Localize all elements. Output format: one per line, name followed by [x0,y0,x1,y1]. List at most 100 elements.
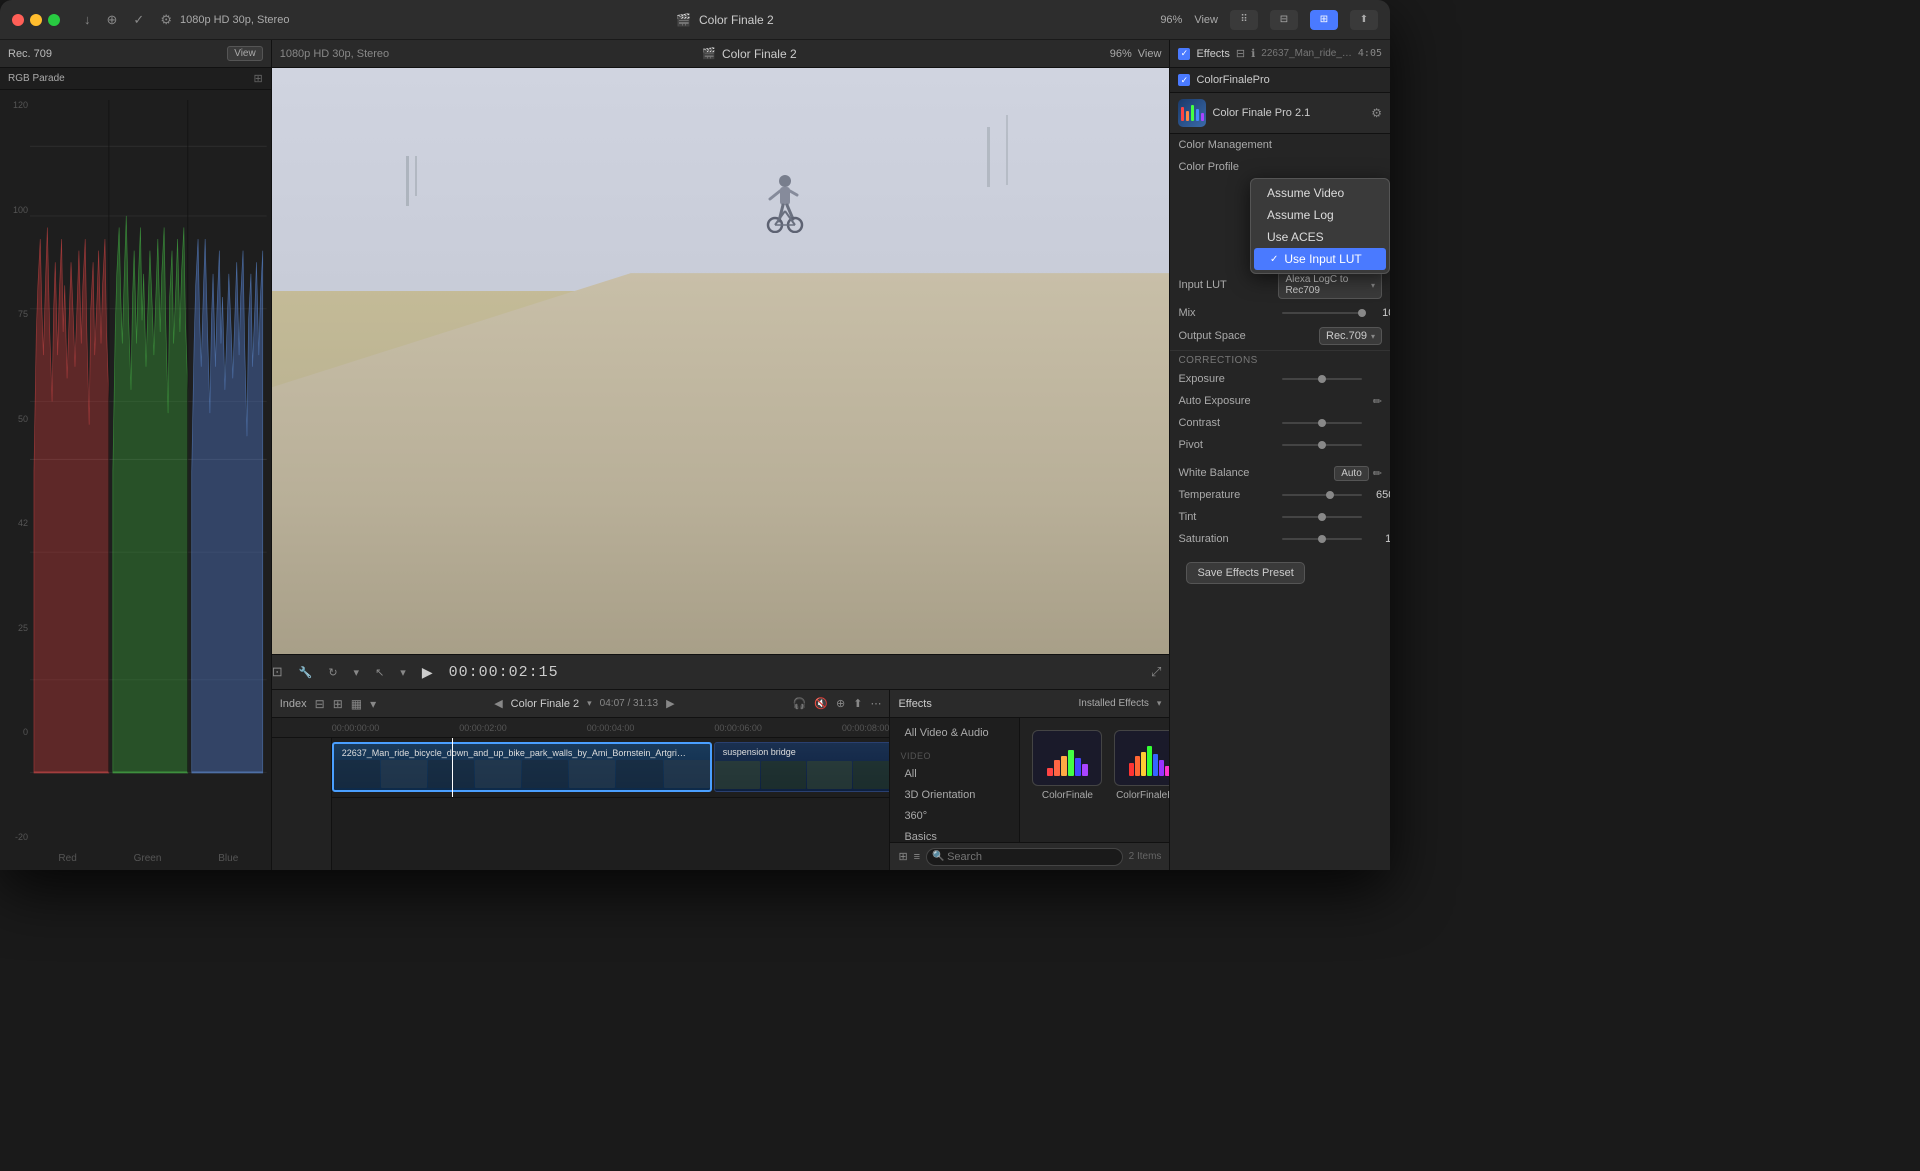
play-button[interactable]: ▶ [422,664,433,681]
video-project-title: Color Finale 2 [722,47,797,61]
effects-layout: All Video & Audio VIDEO All 3D Orientati… [890,718,1169,842]
saturation-row: Saturation 1,0 [1170,528,1390,550]
tools-icon[interactable]: 🔧 [299,666,313,679]
crop-icon[interactable]: ⊡ [272,664,283,680]
clip-bridge[interactable]: suspension bridge [714,742,890,792]
timeline-dropdown-icon[interactable]: ▾ [587,698,592,709]
close-button[interactable] [12,14,24,26]
tint-slider[interactable] [1282,516,1362,518]
pivot-slider[interactable] [1282,444,1362,446]
ruler-mark-6: 00:00:06:00 [714,723,762,733]
check-icon[interactable]: ✓ [133,12,144,28]
cat-360[interactable]: 360° [894,806,1015,826]
dropdown-use-aces[interactable]: Use ACES [1251,226,1389,248]
scope-expand-icon[interactable]: ⊞ [253,72,262,85]
colorfinale-label: ColorFinale [1042,790,1093,801]
inspector-checkbox[interactable]: ✓ [1178,48,1190,60]
saturation-slider[interactable] [1282,538,1362,540]
save-effects-preset-btn[interactable]: Save Effects Preset [1186,562,1304,584]
key-icon[interactable]: ⊕ [107,12,118,28]
layout-btn-3[interactable]: ⊞ [1310,10,1338,30]
cursor-icon[interactable]: ↖ [375,666,384,679]
center-area: 1080p HD 30p, Stereo 🎬 Color Finale 2 96… [272,40,1170,870]
clip-bmx[interactable]: 22637_Man_ride_bicycle_down_and_up_bike_… [332,742,712,792]
minimize-button[interactable] [30,14,42,26]
snap-btn[interactable]: ⊕ [836,697,845,710]
inspector-header: ✓ Effects ⊟ ℹ 22637_Man_ride_b...d-UNGRA… [1170,40,1390,68]
back-icon[interactable]: ↓ [84,12,91,28]
saturation-value: 1,0 [1370,533,1390,545]
cfp-checkbox[interactable]: ✓ [1178,74,1190,86]
layout-btn-1[interactable]: ⠿ [1230,10,1258,30]
cat-all-video-audio[interactable]: All Video & Audio [894,723,1015,743]
zoom-percentage[interactable]: 96% [1110,48,1132,60]
ruler-mark-8: 00:00:08:00 [842,723,890,733]
share-btn-2[interactable]: ⬆ [853,697,862,710]
view-more-btn[interactable]: ▾ [370,697,376,711]
temperature-slider[interactable] [1282,494,1362,496]
exposure-slider[interactable] [1282,378,1362,380]
next-nav[interactable]: ▶ [666,697,674,710]
settings-icon[interactable]: ⚙ [160,12,172,28]
inspector-info-icon[interactable]: ℹ [1251,47,1255,60]
effects-search-container[interactable]: 🔍 [926,848,1123,866]
search-icon: 🔍 [932,851,944,862]
effect-colorfinale-pro[interactable]: ColorFinalePro [1114,730,1169,801]
cfp-settings-icon[interactable]: ⚙ [1371,106,1382,120]
input-lut-control[interactable]: Alexa LogC to Rec709 ▾ [1278,271,1382,299]
list-view-icon[interactable]: ≡ [914,851,920,863]
contrast-slider[interactable] [1282,422,1362,424]
input-lut-select[interactable]: Alexa LogC to Rec709 ▾ [1278,271,1382,299]
cfp-label: ColorFinalePro [1196,74,1269,86]
mix-slider[interactable] [1282,312,1362,314]
effect-colorfinale[interactable]: ColorFinale [1032,730,1102,801]
pivot-label: Pivot [1178,439,1278,451]
wb-pencil[interactable]: ✏ [1373,467,1382,480]
dropdown-assume-log[interactable]: Assume Log [1251,204,1389,226]
auto-wb-btn[interactable]: Auto [1334,466,1369,481]
inspector-filter-icon[interactable]: ⊟ [1236,47,1245,60]
auto-exposure-row: Auto Exposure ✏ [1170,390,1390,412]
rotate-icon[interactable]: ↻ [328,666,337,679]
layout-btn-2[interactable]: ⊟ [1270,10,1298,30]
y-label-100: 100 [4,205,28,215]
share-btn[interactable]: ⬆ [1350,10,1378,30]
more-icon[interactable]: ▾ [354,666,360,679]
colorfinale-pro-thumb [1114,730,1169,786]
prev-nav[interactable]: ◀ [494,697,502,710]
grid-view-btn[interactable]: ⊞ [333,697,343,711]
output-space-select[interactable]: Rec.709 ▾ [1319,327,1382,345]
audio-btn[interactable]: 🎧 [793,697,807,710]
dropdown-use-input-lut[interactable]: ✓ Use Input LUT [1254,248,1386,270]
output-space-row: Output Space Rec.709 ▾ [1170,324,1390,348]
auto-exposure-pencil[interactable]: ✏ [1373,395,1382,408]
more-options-btn[interactable]: ⋯ [870,697,881,710]
view-btn[interactable]: View [1138,48,1162,60]
waveform-view-btn[interactable]: View [227,46,263,61]
contrast-value: 0 [1370,417,1390,429]
cursor-more-icon[interactable]: ▾ [400,666,406,679]
zoom-level[interactable]: 96% [1160,14,1182,26]
cat-3d-orientation[interactable]: 3D Orientation [894,785,1015,805]
installed-dropdown-icon[interactable]: ▾ [1157,698,1162,709]
maximize-button[interactable] [48,14,60,26]
mix-label: Mix [1178,307,1278,319]
colorfinale-thumb [1032,730,1102,786]
selected-check: ✓ [1270,254,1278,265]
left-panel: Rec. 709 View RGB Parade ⊞ 120 100 75 50… [0,40,272,870]
grid-view-icon[interactable]: ⊞ [898,850,907,863]
fullscreen-btn[interactable]: ⤢ [1151,664,1161,680]
cat-all[interactable]: All [894,764,1015,784]
list-view-btn[interactable]: ⊟ [315,697,325,711]
dropdown-assume-video[interactable]: Assume Video [1251,182,1389,204]
effects-search-input[interactable] [947,851,1114,863]
exposure-row: Exposure 0 [1170,368,1390,390]
mute-btn[interactable]: 🔇 [814,697,828,710]
view-button[interactable]: View [1194,14,1218,26]
cat-basics[interactable]: Basics [894,827,1015,842]
cfp-plugin-header: Color Finale Pro 2.1 ⚙ [1170,93,1390,134]
ruler-mark-0: 00:00:00:00 [332,723,380,733]
cfp-icon [1178,99,1206,127]
traffic-lights [12,14,60,26]
clip-view-btn[interactable]: ▦ [351,697,362,711]
